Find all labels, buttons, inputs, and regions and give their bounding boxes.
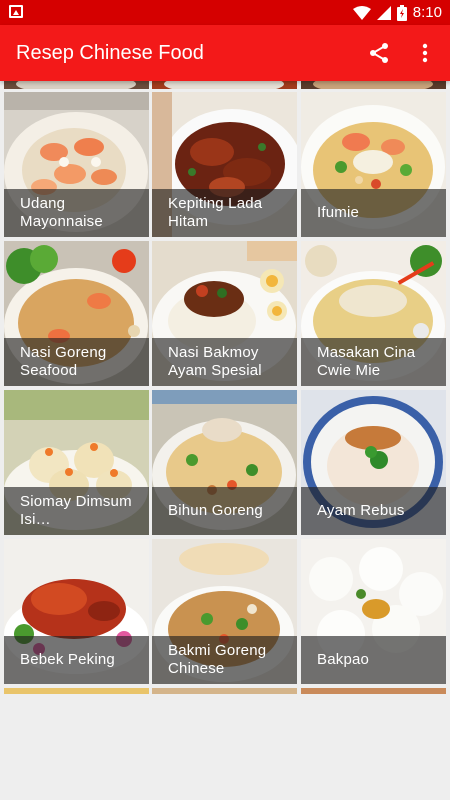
- recipe-card[interactable]: Ifumie: [301, 92, 446, 237]
- recipe-photo: [301, 688, 446, 694]
- recipe-card[interactable]: Bebek Peking: [4, 539, 149, 684]
- app-bar: Resep Chinese Food: [0, 25, 450, 81]
- wifi-icon: [352, 5, 371, 20]
- recipe-title: Ayam Rebus: [317, 502, 405, 519]
- recipe-title: Nasi Goreng Seafood: [20, 344, 107, 379]
- share-icon: [370, 43, 388, 63]
- recipe-card[interactable]: Siomay Dimsum Isi…: [4, 390, 149, 535]
- app-title: Resep Chinese Food: [16, 42, 204, 64]
- recipe-card[interactable]: Masakan Cina Cwie Mie: [301, 241, 446, 386]
- recipe-title: Nasi Bakmoy Ayam Spesial: [168, 344, 262, 379]
- recipe-card[interactable]: Kepiting Lada Hitam: [152, 92, 297, 237]
- recipe-photo: [4, 81, 149, 89]
- clock: 8:10: [412, 4, 442, 21]
- recipe-title: Bakpao: [317, 651, 370, 668]
- recipe-card[interactable]: Bihun Goreng: [152, 390, 297, 535]
- recipe-card[interactable]: Udang Mayonnaise: [4, 92, 149, 237]
- recipe-title: Siomay Dimsum Isi…: [20, 493, 132, 528]
- recipe-card-partial[interactable]: [4, 688, 149, 694]
- recipe-photo: [301, 81, 446, 89]
- recipe-card-partial[interactable]: [301, 81, 446, 89]
- recipe-title: Bakmi Goreng Chinese: [168, 642, 267, 677]
- recipe-card-partial[interactable]: [4, 81, 149, 89]
- recipe-card-partial[interactable]: [152, 688, 297, 694]
- recipe-title: Bihun Goreng: [168, 502, 263, 519]
- recipe-card[interactable]: Bakpao: [301, 539, 446, 684]
- recipe-title: Kepiting Lada Hitam: [168, 195, 263, 230]
- more-vert-icon: [422, 43, 428, 63]
- status-bar: 8:10: [0, 0, 450, 25]
- image-notification-icon: [9, 5, 23, 18]
- recipe-card[interactable]: Bakmi Goreng Chinese: [152, 539, 297, 684]
- recipe-title: Ifumie: [317, 204, 360, 221]
- recipe-photo: [152, 688, 297, 694]
- recipe-card[interactable]: Nasi Bakmoy Ayam Spesial: [152, 241, 297, 386]
- recipe-title: Bebek Peking: [20, 651, 115, 668]
- recipe-card-partial[interactable]: [301, 688, 446, 694]
- share-button[interactable]: [364, 38, 394, 68]
- battery-icon: [396, 4, 407, 21]
- recipe-title: Masakan Cina Cwie Mie: [317, 344, 416, 379]
- recipe-grid[interactable]: Udang Mayonnaise Kepiting Lada Hitam Ifu…: [0, 81, 450, 694]
- recipe-card[interactable]: Nasi Goreng Seafood: [4, 241, 149, 386]
- signal-icon: [376, 5, 391, 20]
- recipe-title: Udang Mayonnaise: [20, 195, 103, 230]
- recipe-photo: [152, 81, 297, 89]
- recipe-photo: [4, 688, 149, 694]
- overflow-menu-button[interactable]: [410, 38, 440, 68]
- recipe-card[interactable]: Ayam Rebus: [301, 390, 446, 535]
- recipe-card-partial[interactable]: [152, 81, 297, 89]
